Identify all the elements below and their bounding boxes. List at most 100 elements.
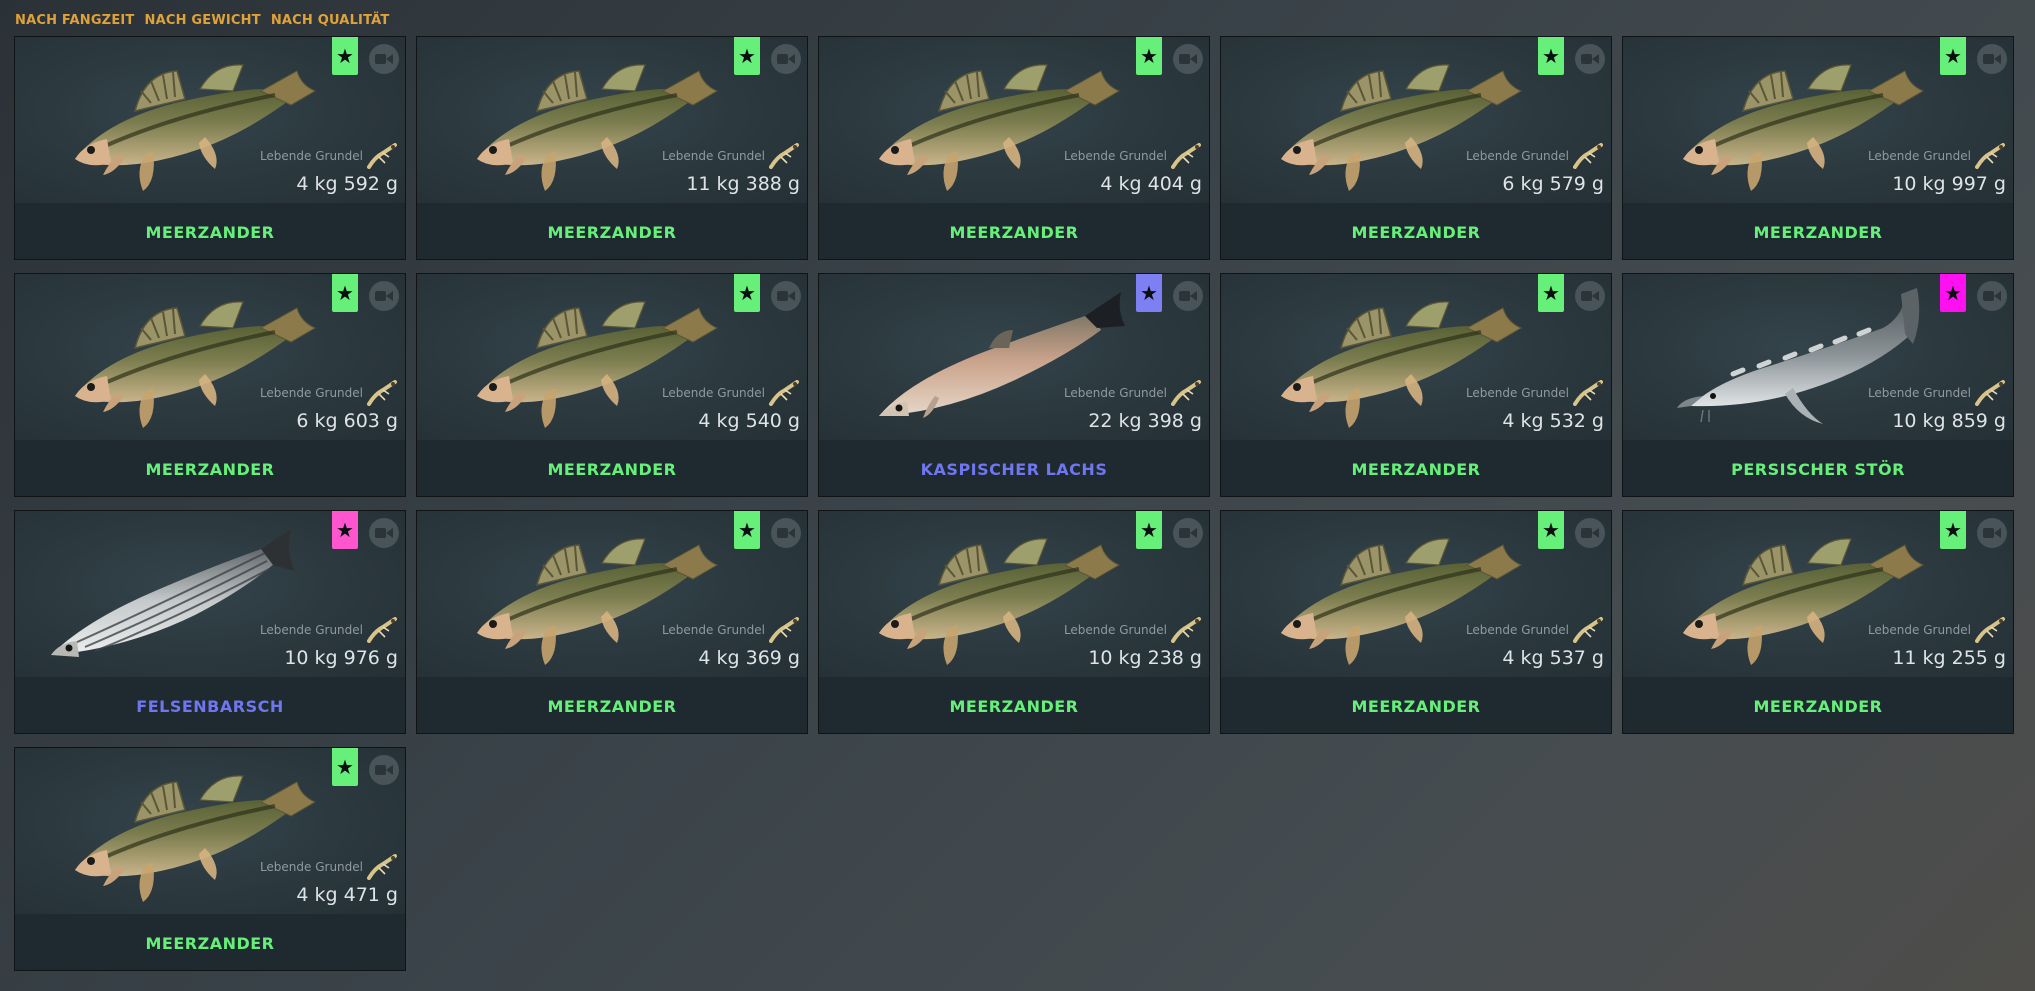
trophy-image-area: ★ Lebende Grundel 6 kg 579 g: [1221, 37, 1611, 203]
trophy-card[interactable]: ★ Lebende Grundel 10 kg 859 g PERSISCHER…: [1622, 273, 2014, 497]
bait-label: Lebende Grundel: [1063, 149, 1167, 163]
video-camera-icon[interactable]: [369, 44, 399, 74]
trophy-card[interactable]: ★ Lebende Grundel 11 kg 388 g MEERZANDER: [416, 36, 808, 260]
live-goby-bait-icon: [367, 143, 397, 169]
video-camera-icon[interactable]: [1173, 281, 1203, 311]
bait-label: Lebende Grundel: [259, 386, 363, 400]
star-icon: ★: [336, 281, 354, 305]
trophy-card[interactable]: ★ Lebende Grundel 4 kg 540 g MEERZANDER: [416, 273, 808, 497]
bait-info: Lebende Grundel: [1064, 617, 1201, 643]
fish-image: [75, 301, 317, 428]
trophy-card[interactable]: ★ Lebende Grundel 4 kg 471 g MEERZANDER: [14, 747, 406, 971]
fish-name: MEERZANDER: [949, 696, 1079, 716]
sort-by-quality-button[interactable]: NACH QUALITÄT: [271, 13, 390, 28]
bait-info: Lebende Grundel: [1868, 380, 2005, 406]
trophy-card[interactable]: ★ Lebende Grundel 10 kg 976 g FELSENBARS…: [14, 510, 406, 734]
card-footer: MEERZANDER: [15, 203, 405, 259]
live-goby-bait-icon: [769, 143, 799, 169]
live-goby-bait-icon: [1171, 143, 1201, 169]
video-camera-icon[interactable]: [1575, 281, 1605, 311]
bait-label: Lebende Grundel: [259, 860, 363, 874]
video-camera-icon[interactable]: [771, 281, 801, 311]
live-goby-bait-icon: [367, 854, 397, 880]
quality-badge: ★: [1538, 511, 1564, 549]
video-camera-icon[interactable]: [1977, 44, 2007, 74]
video-camera-icon[interactable]: [1173, 44, 1203, 74]
trophy-card[interactable]: ★ Lebende Grundel 4 kg 537 g MEERZANDER: [1220, 510, 1612, 734]
fish-image: [75, 775, 317, 902]
trophy-card[interactable]: ★ Lebende Grundel 6 kg 603 g MEERZANDER: [14, 273, 406, 497]
bait-info: Lebende Grundel: [1466, 617, 1603, 643]
trophy-card[interactable]: ★ Lebende Grundel 4 kg 369 g MEERZANDER: [416, 510, 808, 734]
fish-image: [477, 538, 719, 665]
bait-label: Lebende Grundel: [661, 149, 765, 163]
fish-name: MEERZANDER: [547, 222, 677, 242]
quality-badge: ★: [332, 748, 358, 786]
star-icon: ★: [1944, 518, 1962, 542]
video-camera-icon[interactable]: [771, 518, 801, 548]
trophy-card[interactable]: ★ Lebende Grundel 6 kg 579 g MEERZANDER: [1220, 36, 1612, 260]
card-footer: MEERZANDER: [819, 203, 1209, 259]
star-icon: ★: [1140, 44, 1158, 68]
trophy-card[interactable]: ★ Lebende Grundel 4 kg 404 g MEERZANDER: [818, 36, 1210, 260]
fish-weight: 10 kg 997 g: [1892, 173, 2006, 195]
bait-label: Lebende Grundel: [1465, 386, 1569, 400]
fish-image: [1281, 301, 1523, 428]
trophy-image-area: ★ Lebende Grundel 4 kg 369 g: [417, 511, 807, 677]
trophy-image-area: ★ Lebende Grundel 10 kg 238 g: [819, 511, 1209, 677]
video-camera-icon[interactable]: [369, 281, 399, 311]
quality-badge: ★: [1940, 274, 1966, 312]
star-icon: ★: [336, 755, 354, 779]
video-camera-icon[interactable]: [1173, 518, 1203, 548]
fish-name: FELSENBARSCH: [136, 696, 284, 716]
video-camera-icon[interactable]: [1977, 518, 2007, 548]
card-footer: MEERZANDER: [1221, 677, 1611, 733]
live-goby-bait-icon: [1975, 617, 2005, 643]
star-icon: ★: [1140, 518, 1158, 542]
fish-name: MEERZANDER: [1351, 222, 1481, 242]
trophy-card[interactable]: ★ Lebende Grundel 10 kg 238 g MEERZANDER: [818, 510, 1210, 734]
star-icon: ★: [1140, 281, 1158, 305]
fish-weight: 10 kg 976 g: [284, 647, 398, 669]
trophy-card[interactable]: ★ Lebende Grundel 4 kg 592 g MEERZANDER: [14, 36, 406, 260]
sort-by-weight-button[interactable]: NACH GEWICHT: [145, 13, 261, 28]
quality-badge: ★: [1940, 37, 1966, 75]
fish-weight: 4 kg 404 g: [1100, 173, 1202, 195]
video-camera-icon[interactable]: [771, 44, 801, 74]
live-goby-bait-icon: [769, 617, 799, 643]
trophy-grid: ★ Lebende Grundel 4 kg 592 g MEERZANDER: [14, 36, 2014, 971]
quality-badge: ★: [332, 37, 358, 75]
live-goby-bait-icon: [1573, 143, 1603, 169]
quality-badge: ★: [734, 274, 760, 312]
bait-info: Lebende Grundel: [1064, 143, 1201, 169]
star-icon: ★: [1944, 281, 1962, 305]
video-camera-icon[interactable]: [1977, 281, 2007, 311]
star-icon: ★: [738, 518, 756, 542]
bait-label: Lebende Grundel: [1063, 623, 1167, 637]
bait-info: Lebende Grundel: [1064, 380, 1201, 406]
trophy-card[interactable]: ★ Lebende Grundel 11 kg 255 g MEERZANDER: [1622, 510, 2014, 734]
trophy-card[interactable]: ★ Lebende Grundel 4 kg 532 g MEERZANDER: [1220, 273, 1612, 497]
quality-badge: ★: [332, 511, 358, 549]
fish-name: MEERZANDER: [949, 222, 1079, 242]
fish-weight: 11 kg 255 g: [1892, 647, 2006, 669]
star-icon: ★: [1542, 281, 1560, 305]
star-icon: ★: [1944, 44, 1962, 68]
video-camera-icon[interactable]: [369, 755, 399, 785]
sort-by-catch-time-button[interactable]: NACH FANGZEIT: [15, 13, 135, 28]
bait-label: Lebende Grundel: [661, 386, 765, 400]
trophy-image-area: ★ Lebende Grundel 10 kg 859 g: [1623, 274, 2013, 440]
video-camera-icon[interactable]: [1575, 44, 1605, 74]
card-footer: MEERZANDER: [417, 203, 807, 259]
bait-info: Lebende Grundel: [1466, 380, 1603, 406]
trophy-card[interactable]: ★ Lebende Grundel 22 kg 398 g KASPISCHER…: [818, 273, 1210, 497]
bait-label: Lebende Grundel: [1063, 386, 1167, 400]
card-footer: MEERZANDER: [1623, 677, 2013, 733]
trophy-card[interactable]: ★ Lebende Grundel 10 kg 997 g MEERZANDER: [1622, 36, 2014, 260]
video-camera-icon[interactable]: [1575, 518, 1605, 548]
live-goby-bait-icon: [1573, 617, 1603, 643]
bait-label: Lebende Grundel: [1867, 149, 1971, 163]
bait-info: Lebende Grundel: [260, 854, 397, 880]
video-camera-icon[interactable]: [369, 518, 399, 548]
fish-weight: 10 kg 859 g: [1892, 410, 2006, 432]
